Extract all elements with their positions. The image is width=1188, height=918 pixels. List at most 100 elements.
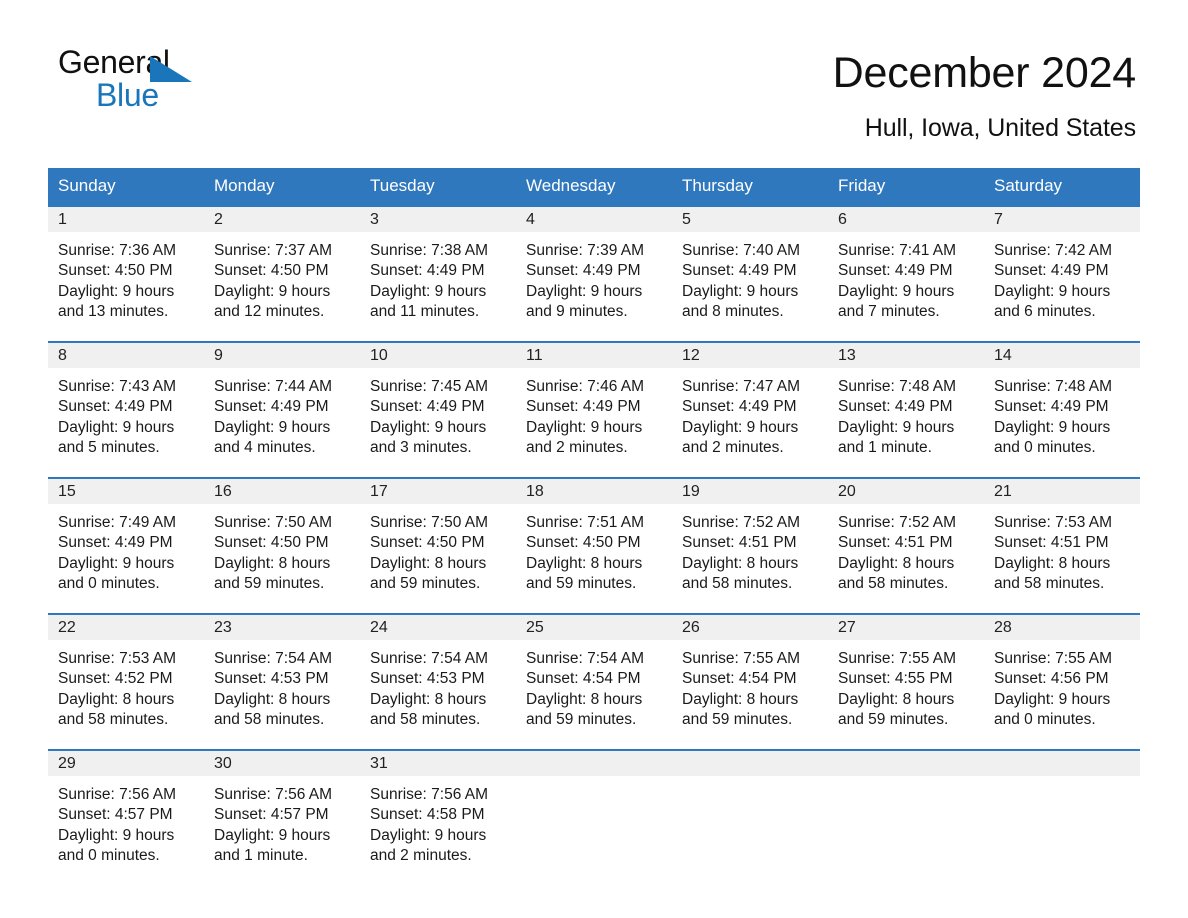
day-number <box>828 751 984 776</box>
day-details: Sunrise: 7:48 AM Sunset: 4:49 PM Daylight:… <box>828 368 984 458</box>
calendar-day-cell[interactable]: 3 Sunrise: 7:38 AM Sunset: 4:49 PM Daylight… <box>360 205 516 342</box>
calendar-day-cell[interactable]: 21 Sunrise: 7:53 AM Sunset: 4:51 PM Dayligh… <box>984 477 1140 614</box>
daylight-text-line1: Daylight: 8 hours <box>838 690 955 708</box>
calendar-day-cell[interactable]: 29 Sunrise: 7:56 AM Sunset: 4:57 PM Dayligh… <box>48 749 204 881</box>
calendar-day-cell[interactable]: 14 Sunrise: 7:48 AM Sunset: 4:49 PM Dayligh… <box>984 341 1140 478</box>
calendar-day-cell[interactable]: 7 Sunrise: 7:42 AM Sunset: 4:49 PM Daylight… <box>984 205 1140 342</box>
sunrise-text: Sunrise: 7:47 AM <box>682 378 801 395</box>
calendar-day-cell[interactable]: 27 Sunrise: 7:55 AM Sunset: 4:55 PM Dayligh… <box>828 613 984 750</box>
calendar-day-cell[interactable]: 10 Sunrise: 7:45 AM Sunset: 4:49 PM Dayligh… <box>360 341 516 478</box>
daylight-text-line1: Daylight: 8 hours <box>370 690 487 708</box>
calendar-day-cell[interactable]: 31 Sunrise: 7:56 AM Sunset: 4:58 PM Dayligh… <box>360 749 516 881</box>
weekday-header-row: Sunday Monday Tuesday Wednesday Thursday… <box>48 168 1140 206</box>
daylight-text-line2: and 6 minutes. <box>994 302 1096 320</box>
daylight-text-line1: Daylight: 9 hours <box>682 418 799 436</box>
daylight-text-line2: and 58 minutes. <box>838 574 949 592</box>
daylight-text-line1: Daylight: 9 hours <box>58 418 175 436</box>
calendar-day-cell[interactable]: 5 Sunrise: 7:40 AM Sunset: 4:49 PM Daylight… <box>672 205 828 342</box>
weekday-header-sunday: Sunday <box>48 168 204 206</box>
calendar-day-cell[interactable]: 18 Sunrise: 7:51 AM Sunset: 4:50 PM Dayligh… <box>516 477 672 614</box>
daylight-text-line2: and 5 minutes. <box>58 438 160 456</box>
day-details: Sunrise: 7:36 AM Sunset: 4:50 PM Daylight:… <box>48 232 204 322</box>
day-details: Sunrise: 7:50 AM Sunset: 4:50 PM Daylight:… <box>204 504 360 594</box>
title-block: December 2024 Hull, Iowa, United States <box>208 44 1137 146</box>
calendar-week-row: 22 Sunrise: 7:53 AM Sunset: 4:52 PM Dayligh… <box>48 613 1140 750</box>
calendar-day-cell[interactable]: 2 Sunrise: 7:37 AM Sunset: 4:50 PM Daylight… <box>204 205 360 342</box>
day-number: 2 <box>204 207 360 232</box>
daylight-text-line2: and 59 minutes. <box>526 574 637 592</box>
daylight-text-line2: and 11 minutes. <box>370 302 480 320</box>
day-number: 17 <box>360 479 516 504</box>
weekday-header-monday: Monday <box>204 168 360 206</box>
sunset-text: Sunset: 4:50 PM <box>214 534 329 552</box>
day-number <box>672 751 828 776</box>
calendar-day-cell[interactable]: 20 Sunrise: 7:52 AM Sunset: 4:51 PM Dayligh… <box>828 477 984 614</box>
calendar-day-cell[interactable]: 13 Sunrise: 7:48 AM Sunset: 4:49 PM Dayligh… <box>828 341 984 478</box>
daylight-text-line2: and 59 minutes. <box>682 710 793 728</box>
day-number: 28 <box>984 615 1140 640</box>
sunset-text: Sunset: 4:55 PM <box>838 670 953 688</box>
calendar-day-cell[interactable]: 23 Sunrise: 7:54 AM Sunset: 4:53 PM Dayligh… <box>204 613 360 750</box>
page-masthead: General Blue December 2024 Hull, Iowa, U… <box>0 0 1188 146</box>
sunset-text: Sunset: 4:50 PM <box>370 534 485 552</box>
calendar-day-cell[interactable]: 16 Sunrise: 7:50 AM Sunset: 4:50 PM Dayligh… <box>204 477 360 614</box>
daylight-text-line2: and 8 minutes. <box>682 302 784 320</box>
calendar-day-cell[interactable]: 1 Sunrise: 7:36 AM Sunset: 4:50 PM Daylight… <box>48 205 204 342</box>
calendar-day-cell[interactable]: 24 Sunrise: 7:54 AM Sunset: 4:53 PM Dayligh… <box>360 613 516 750</box>
daylight-text-line2: and 0 minutes. <box>58 574 160 592</box>
sunrise-text: Sunrise: 7:36 AM <box>58 242 177 259</box>
calendar-day-cell[interactable]: 19 Sunrise: 7:52 AM Sunset: 4:51 PM Dayligh… <box>672 477 828 614</box>
day-details: Sunrise: 7:46 AM Sunset: 4:49 PM Daylight:… <box>516 368 672 458</box>
calendar-day-cell[interactable]: 12 Sunrise: 7:47 AM Sunset: 4:49 PM Dayligh… <box>672 341 828 478</box>
daylight-text-line2: and 1 minute. <box>214 846 308 864</box>
daylight-text-line2: and 2 minutes. <box>526 438 628 456</box>
daylight-text-line1: Daylight: 8 hours <box>682 554 799 572</box>
day-details: Sunrise: 7:56 AM Sunset: 4:57 PM Daylight:… <box>48 776 204 866</box>
calendar-week-row: 1 Sunrise: 7:36 AM Sunset: 4:50 PM Daylight… <box>48 205 1140 342</box>
day-details: Sunrise: 7:40 AM Sunset: 4:49 PM Daylight:… <box>672 232 828 322</box>
generalblue-logo[interactable]: General Blue <box>58 44 208 116</box>
calendar-day-cell[interactable]: 22 Sunrise: 7:53 AM Sunset: 4:52 PM Dayligh… <box>48 613 204 750</box>
daylight-text-line2: and 58 minutes. <box>682 574 793 592</box>
daylight-text-line1: Daylight: 9 hours <box>838 418 955 436</box>
day-details: Sunrise: 7:42 AM Sunset: 4:49 PM Daylight:… <box>984 232 1140 322</box>
calendar-day-cell[interactable]: 11 Sunrise: 7:46 AM Sunset: 4:49 PM Dayligh… <box>516 341 672 478</box>
day-details: Sunrise: 7:54 AM Sunset: 4:53 PM Daylight:… <box>204 640 360 730</box>
day-details: Sunrise: 7:52 AM Sunset: 4:51 PM Daylight:… <box>828 504 984 594</box>
calendar-day-cell[interactable]: 30 Sunrise: 7:56 AM Sunset: 4:57 PM Dayligh… <box>204 749 360 881</box>
day-details: Sunrise: 7:56 AM Sunset: 4:58 PM Daylight:… <box>360 776 516 866</box>
day-number <box>516 751 672 776</box>
day-number <box>984 751 1140 776</box>
daylight-text-line1: Daylight: 9 hours <box>214 282 331 300</box>
calendar-day-cell[interactable]: 25 Sunrise: 7:54 AM Sunset: 4:54 PM Dayligh… <box>516 613 672 750</box>
sunrise-text: Sunrise: 7:37 AM <box>214 242 333 259</box>
calendar-day-cell[interactable]: 9 Sunrise: 7:44 AM Sunset: 4:49 PM Daylight… <box>204 341 360 478</box>
sunset-text: Sunset: 4:49 PM <box>370 398 485 416</box>
calendar-empty-cell <box>516 749 672 881</box>
daylight-text-line2: and 3 minutes. <box>370 438 472 456</box>
calendar-day-cell[interactable]: 26 Sunrise: 7:55 AM Sunset: 4:54 PM Dayligh… <box>672 613 828 750</box>
daylight-text-line1: Daylight: 9 hours <box>58 554 175 572</box>
calendar-day-cell[interactable]: 4 Sunrise: 7:39 AM Sunset: 4:49 PM Daylight… <box>516 205 672 342</box>
daylight-text-line1: Daylight: 9 hours <box>214 826 331 844</box>
daylight-text-line2: and 0 minutes. <box>58 846 160 864</box>
day-details: Sunrise: 7:38 AM Sunset: 4:49 PM Daylight:… <box>360 232 516 322</box>
sunset-text: Sunset: 4:49 PM <box>682 262 797 280</box>
calendar-week-row: 8 Sunrise: 7:43 AM Sunset: 4:49 PM Daylight… <box>48 341 1140 478</box>
sunset-text: Sunset: 4:49 PM <box>214 398 329 416</box>
day-number: 27 <box>828 615 984 640</box>
sunrise-text: Sunrise: 7:48 AM <box>838 378 957 395</box>
sunrise-text: Sunrise: 7:45 AM <box>370 378 489 395</box>
day-details: Sunrise: 7:48 AM Sunset: 4:49 PM Daylight:… <box>984 368 1140 458</box>
calendar-day-cell[interactable]: 8 Sunrise: 7:43 AM Sunset: 4:49 PM Daylight… <box>48 341 204 478</box>
day-number: 22 <box>48 615 204 640</box>
calendar-day-cell[interactable]: 17 Sunrise: 7:50 AM Sunset: 4:50 PM Dayligh… <box>360 477 516 614</box>
calendar-day-cell[interactable]: 28 Sunrise: 7:55 AM Sunset: 4:56 PM Dayligh… <box>984 613 1140 750</box>
sunrise-text: Sunrise: 7:44 AM <box>214 378 333 395</box>
daylight-text-line1: Daylight: 9 hours <box>58 826 175 844</box>
day-number: 7 <box>984 207 1140 232</box>
calendar-empty-cell <box>672 749 828 881</box>
calendar-day-cell[interactable]: 6 Sunrise: 7:41 AM Sunset: 4:49 PM Daylight… <box>828 205 984 342</box>
daylight-text-line1: Daylight: 8 hours <box>214 690 331 708</box>
calendar-day-cell[interactable]: 15 Sunrise: 7:49 AM Sunset: 4:49 PM Dayligh… <box>48 477 204 614</box>
